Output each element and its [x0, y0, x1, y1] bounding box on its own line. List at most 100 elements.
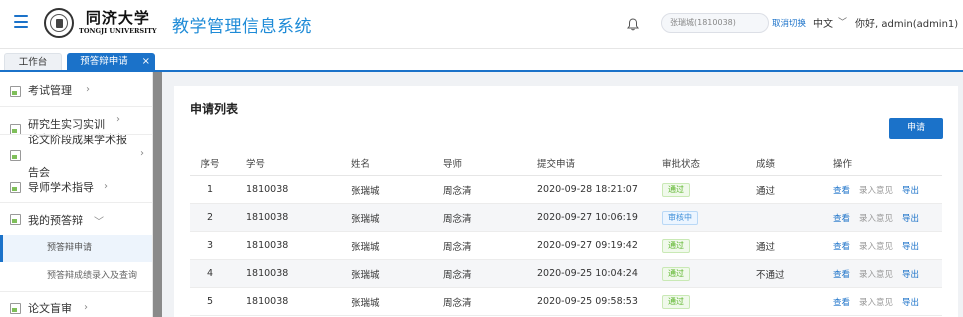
view-link[interactable]: 查看 — [833, 212, 850, 224]
tabs-bar: 工作台 预答辩申请 × — [0, 48, 963, 72]
table-row: 1 1810038 张瑞城 周念清 2020-09-28 18:21:07 通过 通过 查看录… — [190, 176, 942, 204]
table-row: 2 1810038 张瑞城 周念清 2020-09-27 10:06:19 审核中 查看 录入… — [190, 204, 942, 232]
chevron-down-icon: ﹀ — [94, 217, 104, 228]
status-cell: 通过 — [662, 260, 690, 287]
sidebar-item-tutor-guidance[interactable]: 导师学术指导 › — [0, 176, 152, 198]
view-link[interactable]: 查看 — [833, 184, 850, 196]
table-row: 3 1810038 张瑞城 周念清 2020-09-27 09:19:42 通过 通过 查看录… — [190, 232, 942, 260]
sidebar-item-label: 我的预答辩 — [28, 214, 83, 227]
university-seal-icon — [44, 8, 74, 38]
export-link[interactable]: 导出 — [902, 268, 919, 280]
status-badge: 审核中 — [662, 210, 698, 225]
enter-opinion-link[interactable]: 录入意见 — [859, 296, 893, 308]
submit-time: 2020-09-25 10:04:24 — [537, 268, 638, 279]
row-actions: 查看 录入意见 导出 — [833, 232, 928, 259]
apply-button[interactable]: 申请 — [889, 118, 943, 139]
status-badge: 通过 — [662, 266, 690, 281]
university-logo: 同济大学 TONGJI UNIVERSITY — [44, 8, 157, 38]
status-badge: 通过 — [662, 238, 690, 253]
status-badge: 通过 — [662, 182, 690, 197]
table-header: 序号 学号 姓名 导师 提交申请 审批状态 成绩 操作 — [190, 150, 942, 176]
export-link[interactable]: 导出 — [902, 296, 919, 308]
sidebar: 考试管理 › 研究生实习实训 › 论文阶段成果学术报 › 告会 导师学术指导 ›… — [0, 72, 153, 317]
export-link[interactable]: 导出 — [902, 184, 919, 196]
sidebar-subitem-apply[interactable]: 预答辩申请 — [0, 235, 152, 262]
export-link[interactable]: 导出 — [902, 240, 919, 252]
view-link[interactable]: 查看 — [833, 296, 850, 308]
sidebar-item-label: 导师学术指导 — [28, 181, 94, 194]
column-header: 操作 — [833, 158, 853, 170]
top-header: 同济大学 TONGJI UNIVERSITY 教学管理信息系统 张瑞城(1810… — [0, 0, 963, 48]
row-actions: 查看 录入意见 导出 — [833, 260, 928, 287]
student-name: 张瑞城 — [351, 185, 380, 197]
chevron-right-icon: › — [104, 181, 108, 192]
image-placeholder-icon — [10, 86, 21, 97]
submit-time: 2020-09-25 09:58:53 — [537, 296, 638, 307]
view-link[interactable]: 查看 — [833, 240, 850, 252]
bell-icon[interactable] — [627, 18, 639, 31]
column-header: 学号 — [246, 158, 266, 170]
score: 通过 — [756, 185, 776, 197]
sidebar-subitem-score[interactable]: 预答辩成绩录入及查询 — [0, 263, 152, 290]
chevron-right-icon: › — [86, 84, 90, 95]
submit-time: 2020-09-27 09:19:42 — [537, 240, 638, 251]
system-title: 教学管理信息系统 — [172, 17, 312, 37]
close-icon[interactable]: × — [142, 53, 150, 71]
status-cell: 通过 — [662, 232, 690, 259]
status-cell: 审核中 — [662, 204, 698, 231]
view-link[interactable]: 查看 — [833, 268, 850, 280]
submit-time: 2020-09-28 18:21:07 — [537, 184, 638, 195]
tutor-name: 周念清 — [443, 269, 472, 281]
enter-opinion-link[interactable]: 录入意见 — [859, 184, 893, 196]
sidebar-item-label: 论文盲审 — [28, 302, 72, 315]
student-id: 1810038 — [246, 184, 289, 195]
tutor-name: 周念清 — [443, 297, 472, 309]
column-header: 导师 — [443, 158, 463, 170]
page-title: 申请列表 — [190, 102, 239, 116]
column-header: 提交申请 — [537, 158, 576, 170]
logo-english-name: TONGJI UNIVERSITY — [79, 27, 157, 35]
chevron-down-icon[interactable]: ﹀ — [838, 15, 847, 28]
student-name: 张瑞城 — [351, 241, 380, 253]
tutor-name: 周念清 — [443, 241, 472, 253]
table-row: 5 1810038 张瑞城 周念清 2020-09-25 09:58:53 通过 查看 录入意… — [190, 288, 942, 316]
chevron-right-icon: › — [84, 302, 88, 313]
language-selector[interactable]: 中文 — [813, 15, 833, 30]
sidebar-item-label: 考试管理 — [28, 84, 72, 97]
logo-chinese-name: 同济大学 — [85, 9, 150, 27]
column-header: 审批状态 — [662, 158, 701, 170]
main-content: 申请列表 申请 序号 学号 姓名 导师 提交申请 审批状态 成绩 操作 1 181… — [162, 72, 963, 317]
user-greeting[interactable]: 你好, admin(admin1) — [855, 15, 958, 30]
sidebar-scrollbar[interactable] — [153, 72, 162, 317]
student-id: 1810038 — [246, 296, 289, 307]
enter-opinion-link[interactable]: 录入意见 — [859, 268, 893, 280]
column-header: 姓名 — [351, 158, 371, 170]
status-cell: 通过 — [662, 176, 690, 203]
row-index: 1 — [206, 184, 214, 195]
divider — [0, 291, 152, 292]
divider — [0, 106, 152, 107]
student-name: 张瑞城 — [351, 269, 380, 281]
row-actions: 查看 录入意见 导出 — [833, 288, 928, 315]
switch-user-input[interactable]: 张瑞城(1810038) — [661, 13, 769, 33]
submit-time: 2020-09-27 10:06:19 — [537, 212, 638, 223]
enter-opinion-link[interactable]: 录入意见 — [859, 212, 893, 224]
column-header: 成绩 — [756, 158, 776, 170]
chevron-right-icon: › — [140, 148, 144, 159]
student-id: 1810038 — [246, 268, 289, 279]
tutor-name: 周念清 — [443, 185, 472, 197]
enter-opinion-link[interactable]: 录入意见 — [859, 240, 893, 252]
sidebar-item-my-pre-defense[interactable]: 我的预答辩 ﹀ — [0, 208, 152, 232]
image-placeholder-icon — [10, 150, 21, 161]
tab-pre-defense-application[interactable]: 预答辩申请 × — [67, 53, 155, 71]
student-name: 张瑞城 — [351, 297, 380, 309]
cancel-switch-link[interactable]: 取消切换 — [772, 17, 806, 29]
tab-workbench[interactable]: 工作台 — [4, 53, 62, 71]
sidebar-item-exam[interactable]: 考试管理 › — [0, 80, 152, 100]
sidebar-item-blind-review[interactable]: 论文盲审 › — [0, 298, 152, 317]
student-id: 1810038 — [246, 212, 289, 223]
menu-toggle-icon[interactable] — [14, 15, 28, 28]
export-link[interactable]: 导出 — [902, 212, 919, 224]
application-list-card: 申请列表 申请 序号 学号 姓名 导师 提交申请 审批状态 成绩 操作 1 181… — [174, 86, 958, 317]
sidebar-item-report[interactable]: › 告会 — [0, 146, 152, 179]
